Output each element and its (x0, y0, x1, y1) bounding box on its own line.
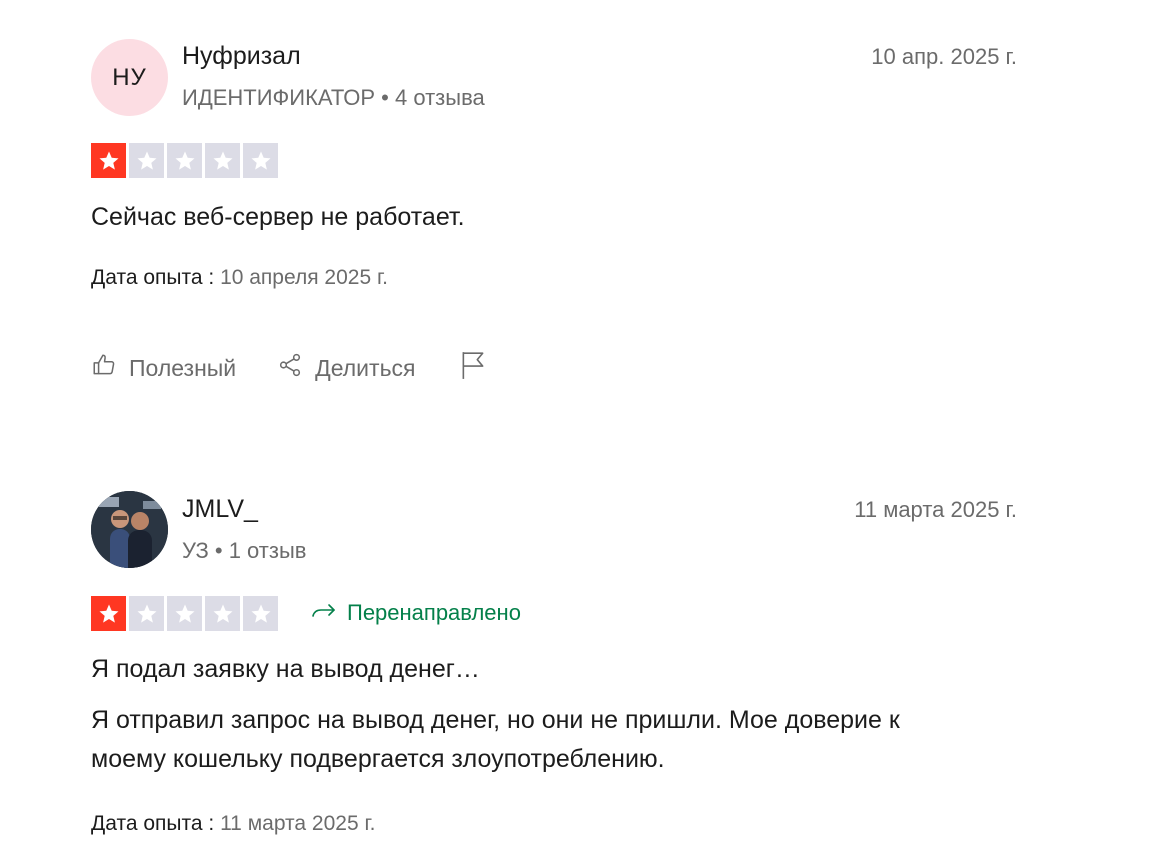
thumbs-up-icon (91, 352, 117, 384)
reviewer-name[interactable]: Нуфризал (182, 42, 301, 71)
avatar-initials: НУ (112, 63, 147, 91)
avatar[interactable] (91, 491, 168, 568)
star-icon (205, 596, 240, 631)
review-date: 10 апр. 2025 г. (871, 44, 1017, 69)
review-card: JMLV_ УЗ • 1 отзыв 11 марта 2025 г. Пере… (0, 470, 1173, 868)
user-photo-icon (91, 491, 168, 568)
review-body: Я отправил запрос на вывод денег, но они… (91, 706, 900, 773)
star-icon (243, 596, 278, 631)
experience-value: 10 апреля 2025 г. (220, 266, 388, 289)
review-body: Сейчас веб-сервер не работает. (91, 203, 465, 231)
review-actions: Полезный Делиться (91, 350, 486, 386)
share-label: Делиться (315, 354, 416, 381)
experience-label: Дата опыта : (91, 812, 215, 835)
share-icon (277, 352, 303, 384)
experience-value: 11 марта 2025 г. (220, 812, 376, 835)
helpful-button[interactable]: Полезный (91, 352, 236, 384)
reviewer-name[interactable]: JMLV_ (182, 495, 258, 524)
review-title[interactable]: Я подал заявку на вывод денег… (91, 655, 480, 684)
reviewer-meta: ИДЕНТИФИКАТОР • 4 отзыва (182, 85, 485, 110)
star-icon (205, 143, 240, 178)
helpful-label: Полезный (129, 354, 237, 381)
redirect-arrow-icon (311, 600, 337, 626)
review-date: 11 марта 2025 г. (854, 497, 1017, 522)
report-button[interactable] (460, 350, 486, 386)
star-icon (129, 143, 164, 178)
star-icon (91, 143, 126, 178)
share-button[interactable]: Делиться (277, 352, 416, 384)
star-icon (243, 143, 278, 178)
star-icon (167, 596, 202, 631)
experience-label: Дата опыта : (91, 266, 215, 289)
star-icon (167, 143, 202, 178)
review-card: НУ Нуфризал ИДЕНТИФИКАТОР • 4 отзыва 10 … (0, 0, 1173, 440)
star-rating (91, 143, 278, 178)
star-icon (91, 596, 126, 631)
star-icon (129, 596, 164, 631)
redirected-badge[interactable]: Перенаправлено (311, 600, 521, 626)
redirected-label: Перенаправлено (347, 600, 521, 625)
avatar[interactable]: НУ (91, 39, 168, 116)
experience-date: Дата опыта : 10 апреля 2025 г. (91, 266, 388, 290)
reviewer-meta: УЗ • 1 отзыв (182, 538, 307, 563)
star-rating (91, 596, 278, 631)
flag-icon (460, 350, 486, 386)
experience-date: Дата опыта : 11 марта 2025 г. (91, 812, 375, 836)
